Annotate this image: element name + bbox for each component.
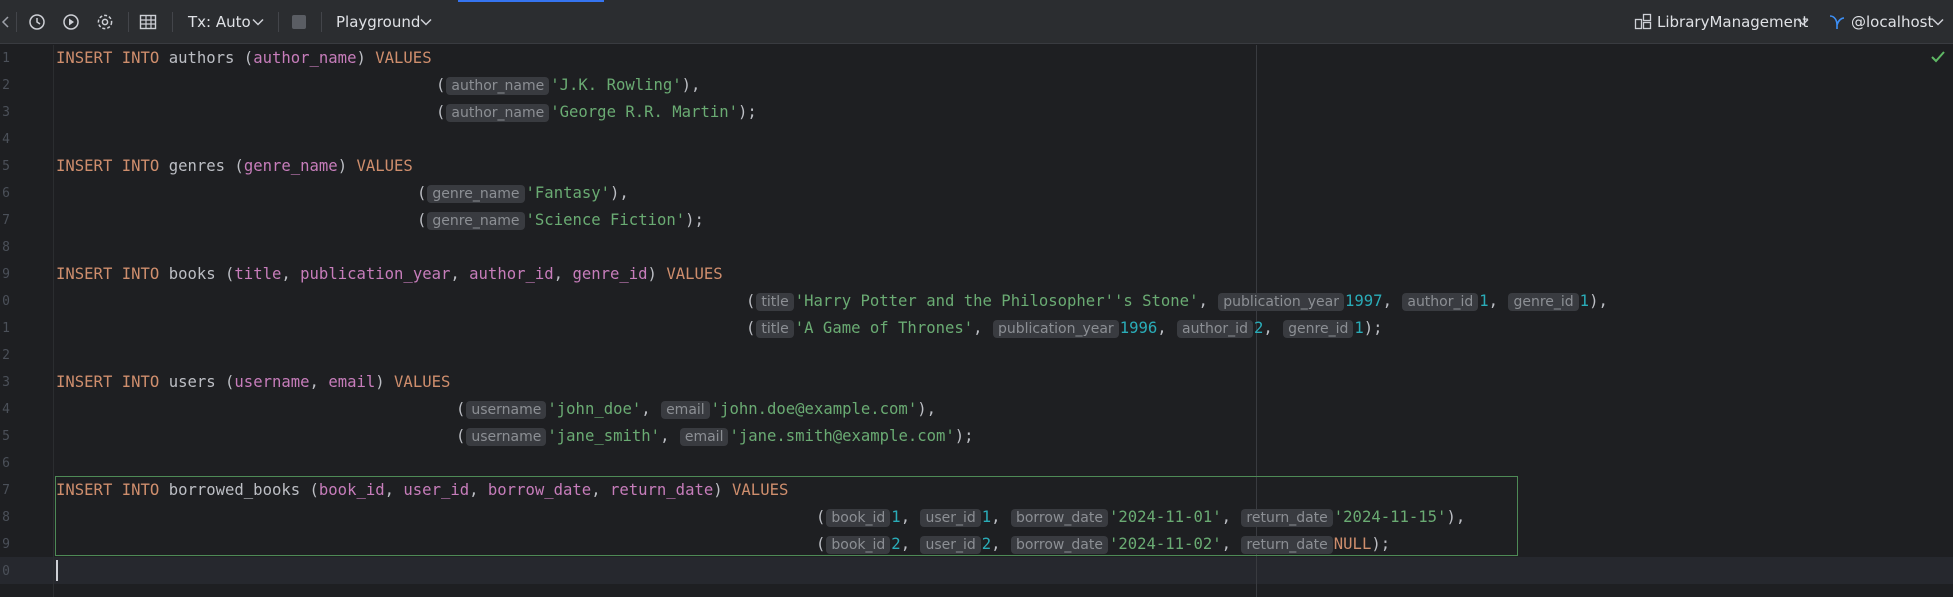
datasource-selector[interactable]: @localhost bbox=[1851, 13, 1933, 31]
chevron-down-icon[interactable] bbox=[1793, 12, 1813, 32]
divider bbox=[16, 12, 17, 32]
param-hint: genre_name bbox=[427, 212, 525, 230]
chevron-down-icon[interactable] bbox=[416, 12, 436, 32]
current-line-highlight bbox=[0, 557, 1953, 584]
param-hint: email bbox=[679, 428, 729, 446]
check-icon bbox=[1930, 49, 1946, 68]
line-number: 4 bbox=[2, 132, 10, 147]
line-number: 3 bbox=[2, 105, 10, 120]
line-number: 5 bbox=[2, 429, 10, 444]
param-hint: book_id bbox=[826, 536, 891, 554]
param-hint: return_date bbox=[1241, 536, 1333, 554]
param-hint: user_id bbox=[920, 509, 981, 527]
param-hint: borrow_date bbox=[1010, 509, 1108, 527]
divider bbox=[278, 12, 279, 32]
code-line: (author_name 'George R.R. Martin'); bbox=[436, 103, 757, 122]
line-number: 2 bbox=[2, 348, 10, 363]
param-hint: genre_id bbox=[1283, 320, 1354, 338]
history-icon[interactable] bbox=[27, 12, 47, 32]
param-hint: title bbox=[756, 293, 794, 311]
line-number: 6 bbox=[2, 186, 10, 201]
code-line: (title 'Harry Potter and the Philosopher'… bbox=[746, 292, 1608, 311]
line-number: 6 bbox=[2, 456, 10, 471]
code-line: INSERT INTO users (username, email) VALU… bbox=[56, 373, 451, 391]
line-number: 3 bbox=[2, 375, 10, 390]
line-number: 8 bbox=[2, 240, 10, 255]
param-hint: publication_year bbox=[1218, 293, 1345, 311]
line-number: 1 bbox=[2, 321, 10, 336]
table-icon[interactable] bbox=[138, 12, 158, 32]
line-number: 1 bbox=[2, 51, 10, 66]
line-number: 7 bbox=[2, 483, 10, 498]
line-number: 0 bbox=[2, 564, 10, 579]
active-tab-indicator bbox=[458, 0, 604, 2]
param-hint: publication_year bbox=[992, 320, 1119, 338]
chevron-left-icon[interactable] bbox=[0, 12, 16, 32]
code-line: INSERT INTO borrowed_books (book_id, use… bbox=[56, 481, 789, 499]
param-hint: username bbox=[466, 401, 547, 419]
param-hint: genre_id bbox=[1508, 293, 1579, 311]
param-hint: author_name bbox=[446, 104, 550, 122]
chevron-down-icon[interactable] bbox=[248, 12, 268, 32]
line-number: 9 bbox=[2, 537, 10, 552]
param-hint: author_id bbox=[1402, 293, 1479, 311]
divider bbox=[172, 12, 173, 32]
text-caret bbox=[56, 560, 58, 581]
sql-editor[interactable]: 1 2 3 4 5 6 7 8 9 0 1 2 3 4 5 6 7 8 9 0 … bbox=[0, 45, 1953, 597]
code-line: (book_id 1, user_id 1, borrow_date '2024-11… bbox=[816, 508, 1466, 527]
param-hint: username bbox=[466, 428, 547, 446]
line-number: 4 bbox=[2, 402, 10, 417]
code-line: (genre_name 'Fantasy'), bbox=[417, 184, 629, 203]
code-line: (username'jane_smith', email'jane.smith@… bbox=[456, 427, 974, 446]
line-number: 0 bbox=[2, 294, 10, 309]
param-hint: author_id bbox=[1177, 320, 1253, 338]
line-number: 9 bbox=[2, 267, 10, 282]
param-hint: book_id bbox=[826, 509, 891, 527]
line-number: 8 bbox=[2, 510, 10, 525]
toolbar: Tx: Auto Playground LibraryManagement @l… bbox=[0, 0, 1953, 44]
divider bbox=[321, 12, 322, 32]
param-hint: user_id bbox=[920, 536, 981, 554]
stop-icon[interactable] bbox=[289, 12, 309, 32]
code-line: (author_name 'J.K. Rowling'), bbox=[436, 76, 701, 95]
code-line: (book_id 2, user_id 2, borrow_date '2024-11… bbox=[816, 535, 1391, 554]
code-line: INSERT INTO genres (genre_name) VALUES bbox=[56, 157, 413, 175]
line-number: 2 bbox=[2, 78, 10, 93]
code-line: INSERT INTO authors (author_name) VALUES bbox=[56, 49, 432, 67]
datasource-icon bbox=[1827, 12, 1847, 32]
code-line: (username'john_doe', email'john.doe@exam… bbox=[456, 400, 936, 419]
schema-icon bbox=[1633, 12, 1653, 32]
line-number: 7 bbox=[2, 213, 10, 228]
code-line: INSERT INTO books (title, publication_ye… bbox=[56, 265, 723, 283]
gutter-divider bbox=[53, 45, 54, 597]
param-hint: genre_name bbox=[427, 185, 525, 203]
settings-icon[interactable] bbox=[95, 12, 115, 32]
line-number: 5 bbox=[2, 159, 10, 174]
divider bbox=[128, 12, 129, 32]
run-icon[interactable] bbox=[61, 12, 81, 32]
chevron-down-icon[interactable] bbox=[1928, 12, 1948, 32]
param-hint: borrow_date bbox=[1010, 536, 1108, 554]
param-hint: title bbox=[756, 320, 794, 338]
tx-mode-dropdown[interactable]: Tx: Auto bbox=[188, 13, 251, 31]
session-dropdown[interactable]: Playground bbox=[336, 13, 420, 31]
code-line: (genre_name 'Science Fiction'); bbox=[417, 211, 704, 230]
param-hint: email bbox=[661, 401, 710, 419]
param-hint: return_date bbox=[1241, 509, 1333, 527]
schema-selector[interactable]: LibraryManagement bbox=[1657, 13, 1808, 31]
param-hint: author_name bbox=[446, 77, 550, 95]
code-line: (title 'A Game of Thrones', publication_y… bbox=[746, 319, 1383, 338]
